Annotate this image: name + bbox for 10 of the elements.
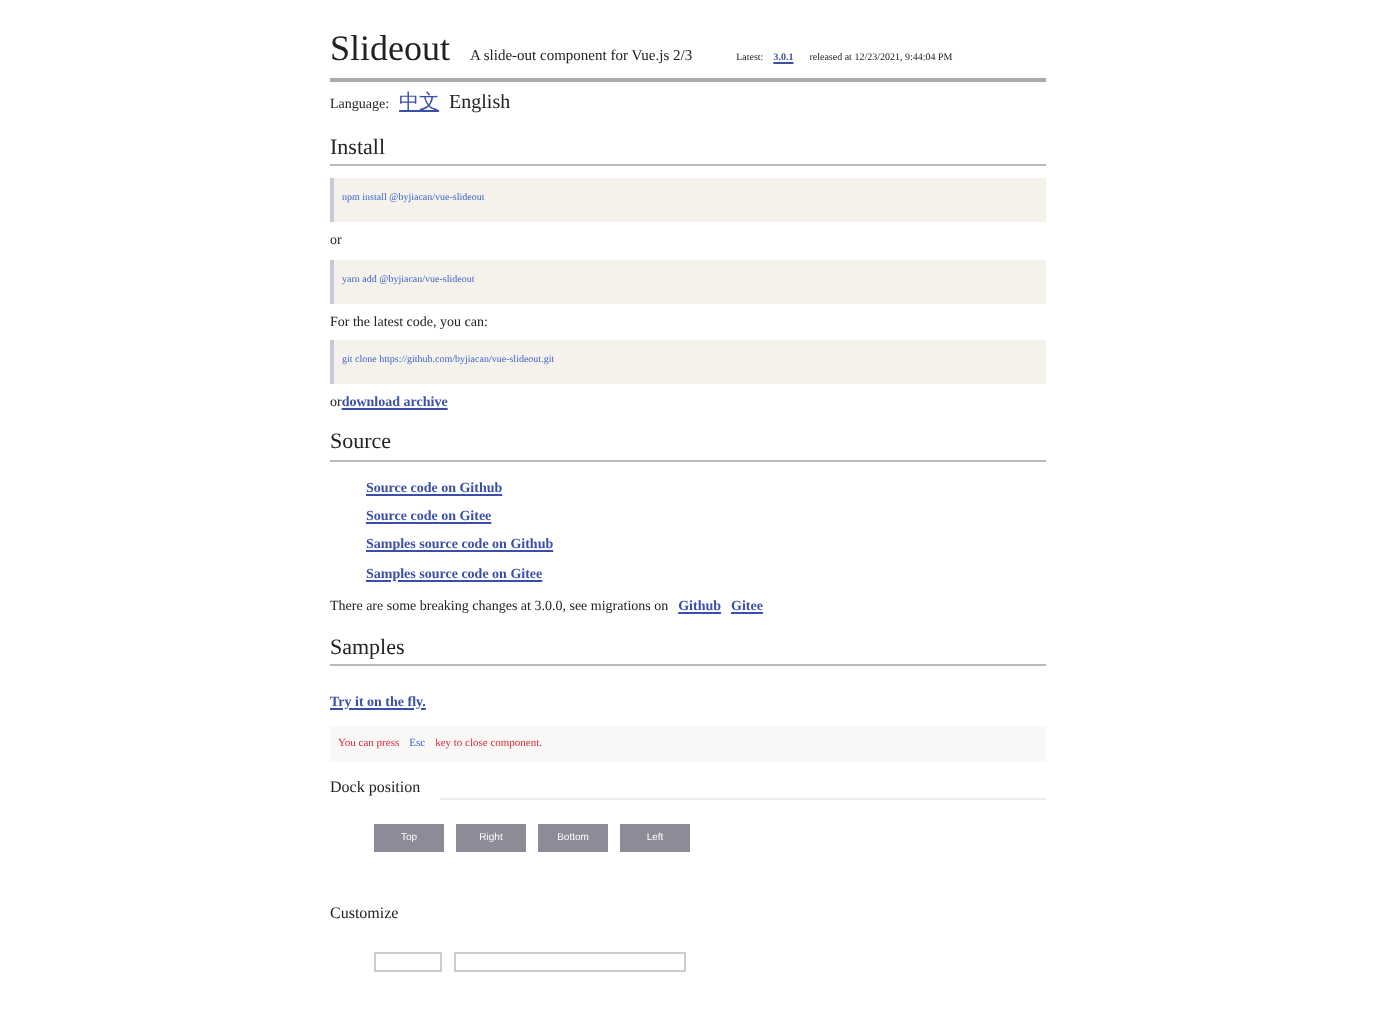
- input-field[interactable]: [454, 952, 686, 973]
- input-field[interactable]: [374, 952, 442, 973]
- section-heading: Samples: [330, 635, 407, 662]
- language-option[interactable]: English: [449, 92, 511, 116]
- page-title: Slideout: [330, 26, 451, 72]
- section-heading: Install: [330, 136, 387, 163]
- subsection-heading: Dock position: [330, 777, 421, 797]
- section-heading: Source: [330, 430, 394, 458]
- subsection-heading: Customize: [330, 904, 401, 925]
- language-option[interactable]: 中文: [399, 92, 440, 116]
